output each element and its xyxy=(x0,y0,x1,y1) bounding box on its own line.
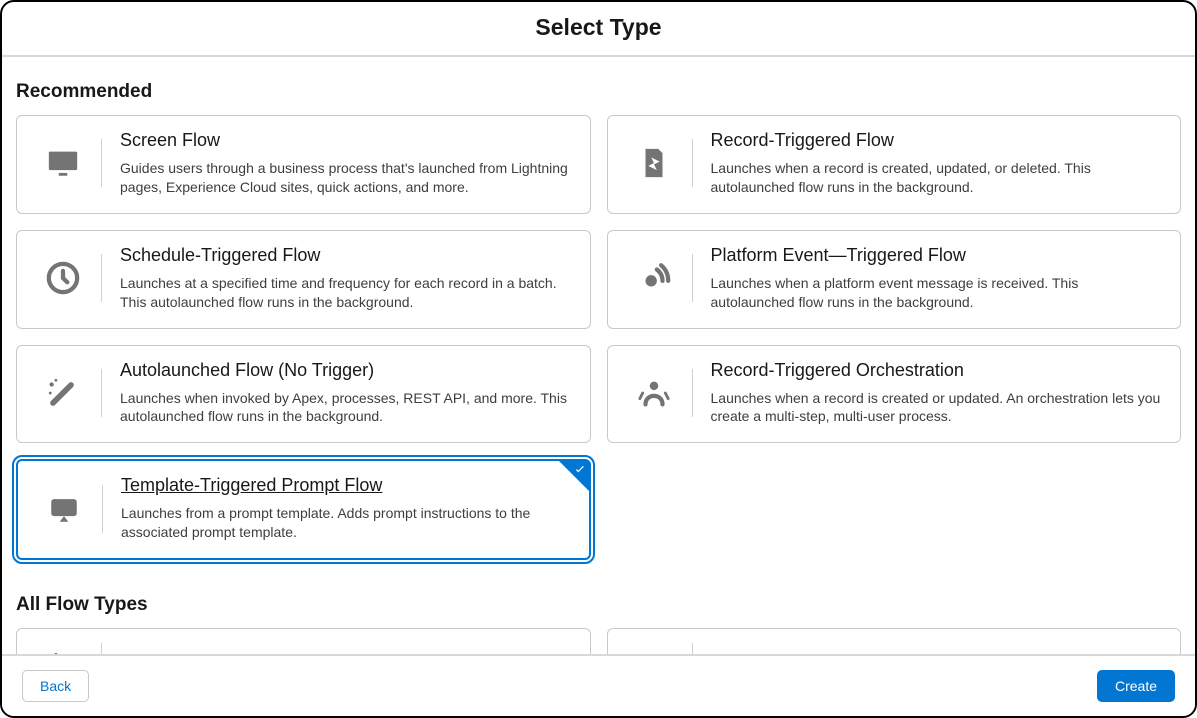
screen-icon xyxy=(35,146,91,180)
magic-wand-icon xyxy=(35,650,91,654)
card-desc: Guides users through a business process … xyxy=(120,159,572,197)
magic-wand-icon xyxy=(35,376,91,410)
card-title: Platform Event—Triggered Flow xyxy=(711,245,1163,266)
orchestration-icon xyxy=(626,650,682,654)
card-autolaunched-flow-all[interactable]: Autolaunched Flow (No Trigger) xyxy=(16,628,591,654)
prompt-icon xyxy=(36,492,92,526)
card-title: Autolaunched Flow (No Trigger) xyxy=(120,653,572,654)
card-schedule-triggered-flow[interactable]: Schedule-Triggered Flow Launches at a sp… xyxy=(16,230,591,329)
back-button[interactable]: Back xyxy=(22,670,89,702)
card-desc: Launches when a platform event message i… xyxy=(711,274,1163,312)
record-icon xyxy=(626,146,682,180)
selected-check-icon xyxy=(559,461,589,491)
recommended-grid: Screen Flow Guides users through a busin… xyxy=(16,115,1181,560)
section-title-all: All Flow Types xyxy=(16,594,1181,616)
dialog-body[interactable]: Recommended Screen Flow Guides users thr… xyxy=(2,57,1195,654)
orchestration-icon xyxy=(626,376,682,410)
card-platform-event-flow[interactable]: Platform Event—Triggered Flow Launches w… xyxy=(607,230,1182,329)
card-record-triggered-orchestration[interactable]: Record-Triggered Orchestration Launches … xyxy=(607,345,1182,444)
card-autolaunched-orchestration-all[interactable]: Autolaunched Orchestration (No Trigger) xyxy=(607,628,1182,654)
card-desc: Launches when a record is created, updat… xyxy=(711,159,1163,197)
card-title: Schedule-Triggered Flow xyxy=(120,245,572,266)
card-screen-flow[interactable]: Screen Flow Guides users through a busin… xyxy=(16,115,591,214)
dialog-header: Select Type xyxy=(2,2,1195,57)
all-grid: Autolaunched Flow (No Trigger) Autolaunc… xyxy=(16,628,1181,654)
card-desc: Launches at a specified time and frequen… xyxy=(120,274,572,312)
card-record-triggered-flow[interactable]: Record-Triggered Flow Launches when a re… xyxy=(607,115,1182,214)
clock-icon xyxy=(35,261,91,295)
card-desc: Launches when invoked by Apex, processes… xyxy=(120,389,572,427)
card-title: Screen Flow xyxy=(120,130,572,151)
card-title: Autolaunched Flow (No Trigger) xyxy=(120,360,572,381)
dialog-title: Select Type xyxy=(2,14,1195,41)
section-title-recommended: Recommended xyxy=(16,81,1181,103)
card-title: Record-Triggered Flow xyxy=(711,130,1163,151)
card-template-triggered-prompt-flow[interactable]: Template-Triggered Prompt Flow Launches … xyxy=(16,459,591,560)
dialog-footer: Back Create xyxy=(2,654,1195,716)
select-type-dialog: Select Type Recommended Screen Flow Guid… xyxy=(0,0,1197,718)
card-title: Autolaunched Orchestration (No Trigger) xyxy=(711,653,1163,654)
card-desc: Launches from a prompt template. Adds pr… xyxy=(121,504,571,542)
card-desc: Launches when a record is created or upd… xyxy=(711,389,1163,427)
card-autolaunched-flow[interactable]: Autolaunched Flow (No Trigger) Launches … xyxy=(16,345,591,444)
create-button[interactable]: Create xyxy=(1097,670,1175,702)
broadcast-icon xyxy=(626,261,682,295)
card-title: Template-Triggered Prompt Flow xyxy=(121,475,571,496)
card-title: Record-Triggered Orchestration xyxy=(711,360,1163,381)
